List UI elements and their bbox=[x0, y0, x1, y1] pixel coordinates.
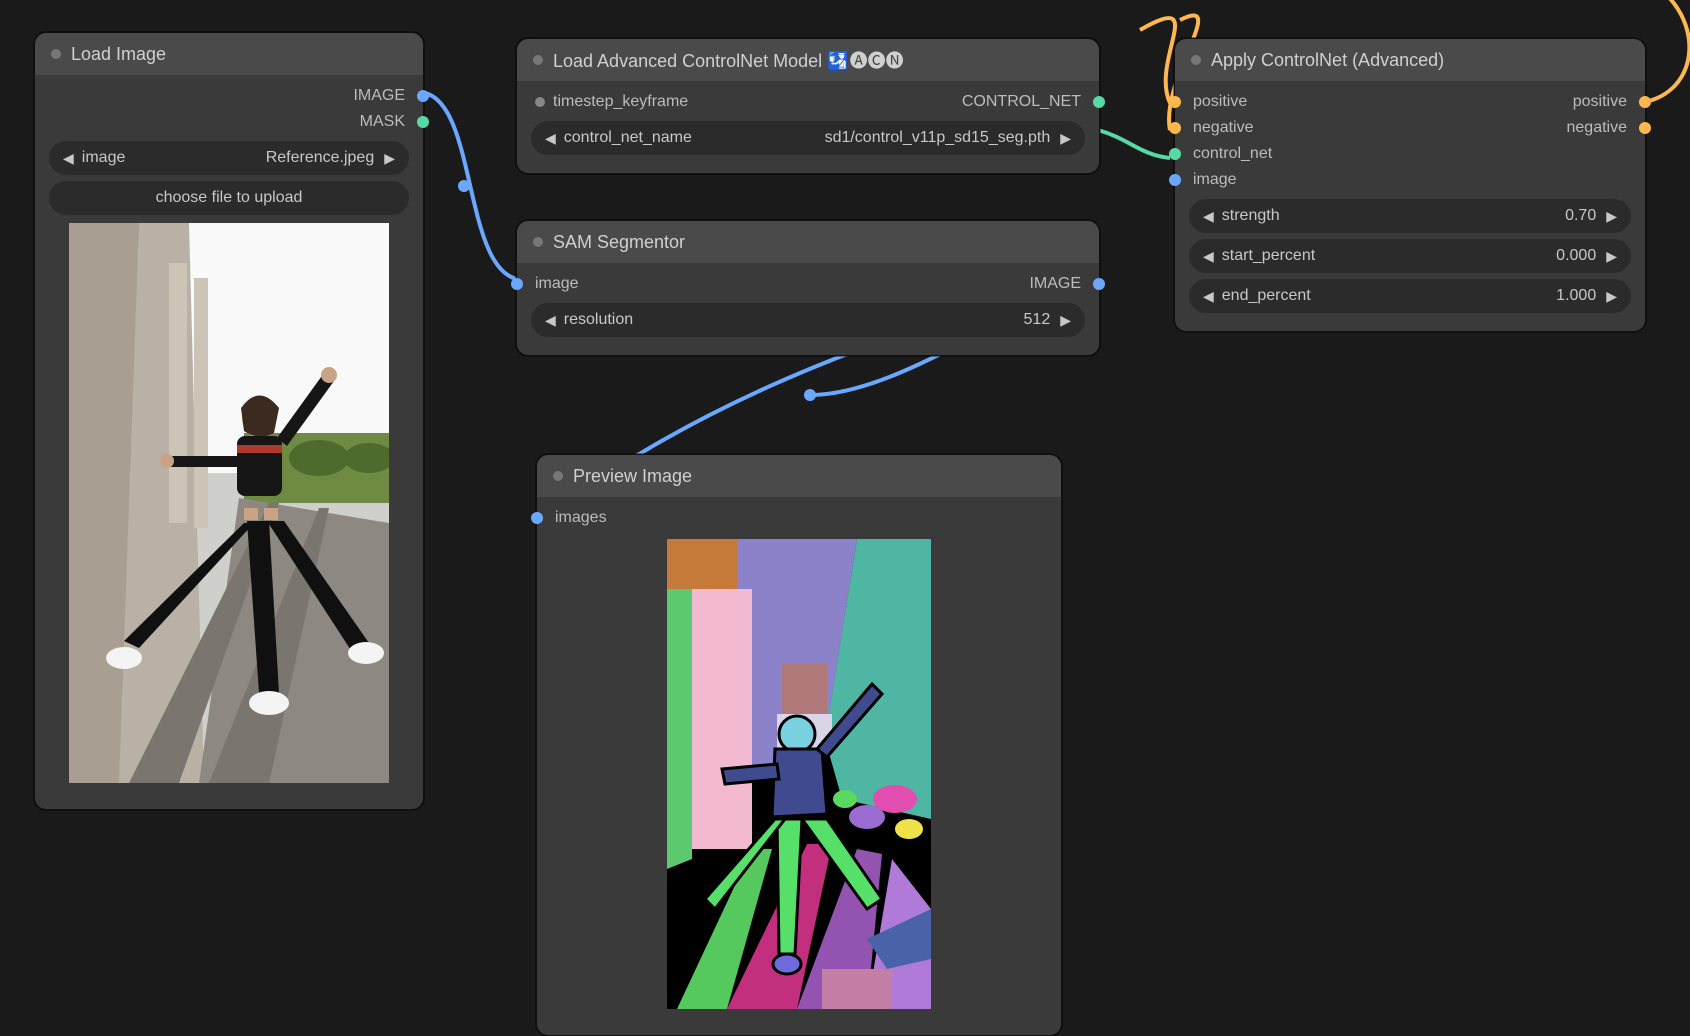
chevron-left-icon[interactable]: ◀ bbox=[545, 130, 556, 147]
io-row: timestep_keyframe CONTROL_NET bbox=[517, 89, 1099, 115]
collapse-dot-icon[interactable] bbox=[1191, 55, 1201, 65]
port-out-positive[interactable] bbox=[1639, 96, 1651, 108]
port-in-controlnet[interactable] bbox=[1169, 148, 1181, 160]
port-in-images[interactable] bbox=[531, 512, 543, 524]
chevron-left-icon[interactable]: ◀ bbox=[545, 312, 556, 329]
port-out-mask[interactable] bbox=[417, 116, 429, 128]
collapse-dot-icon[interactable] bbox=[533, 55, 543, 65]
controlnet-name-selector[interactable]: ◀control_net_name sd1/control_v11p_sd15_… bbox=[531, 121, 1085, 155]
node-header[interactable]: Preview Image bbox=[537, 455, 1061, 497]
chevron-right-icon[interactable]: ▶ bbox=[1606, 208, 1617, 225]
image-selector[interactable]: ◀image Reference.jpeg▶ bbox=[49, 141, 409, 175]
port-out-image[interactable] bbox=[1093, 278, 1105, 290]
port-out-image[interactable] bbox=[417, 90, 429, 102]
node-apply-controlnet[interactable]: Apply ControlNet (Advanced) positive pos… bbox=[1174, 38, 1646, 332]
node-header[interactable]: Load Advanced ControlNet Model 🛂🅐🅒🅝 bbox=[517, 39, 1099, 81]
chevron-right-icon[interactable]: ▶ bbox=[1606, 248, 1617, 265]
image-preview bbox=[55, 223, 403, 783]
input-controlnet: control_net bbox=[1175, 141, 1645, 167]
io-row: image IMAGE bbox=[517, 271, 1099, 297]
chevron-left-icon[interactable]: ◀ bbox=[1203, 288, 1214, 305]
chevron-right-icon[interactable]: ▶ bbox=[1060, 312, 1071, 329]
node-load-controlnet[interactable]: Load Advanced ControlNet Model 🛂🅐🅒🅝 time… bbox=[516, 38, 1100, 174]
port-in-positive[interactable] bbox=[1169, 96, 1181, 108]
resolution-widget[interactable]: ◀resolution 512▶ bbox=[531, 303, 1085, 337]
chevron-left-icon[interactable]: ◀ bbox=[1203, 208, 1214, 225]
io-negative: negative negative bbox=[1175, 115, 1645, 141]
collapse-dot-icon[interactable] bbox=[533, 237, 543, 247]
port-in-negative[interactable] bbox=[1169, 122, 1181, 134]
node-title: SAM Segmentor bbox=[553, 232, 685, 253]
node-load-image[interactable]: Load Image IMAGE MASK ◀image Reference.j… bbox=[34, 32, 424, 810]
node-preview-image[interactable]: Preview Image images bbox=[536, 454, 1062, 1036]
chevron-left-icon[interactable]: ◀ bbox=[1203, 248, 1214, 265]
chevron-right-icon[interactable]: ▶ bbox=[1060, 130, 1071, 147]
input-image: image bbox=[1175, 167, 1645, 193]
port-in-image[interactable] bbox=[511, 278, 523, 290]
end-percent-widget[interactable]: ◀end_percent 1.000▶ bbox=[1189, 279, 1631, 313]
chevron-right-icon[interactable]: ▶ bbox=[1606, 288, 1617, 305]
port-out-controlnet[interactable] bbox=[1093, 96, 1105, 108]
port-in-timestep[interactable] bbox=[535, 97, 545, 107]
port-out-negative[interactable] bbox=[1639, 122, 1651, 134]
node-title: Load Image bbox=[71, 44, 166, 65]
io-positive: positive positive bbox=[1175, 89, 1645, 115]
input-images: images bbox=[537, 505, 1061, 531]
output-mask: MASK bbox=[35, 109, 423, 135]
node-title: Load Advanced ControlNet Model 🛂🅐🅒🅝 bbox=[553, 47, 904, 73]
node-title: Apply ControlNet (Advanced) bbox=[1211, 50, 1444, 71]
node-header[interactable]: Apply ControlNet (Advanced) bbox=[1175, 39, 1645, 81]
node-header[interactable]: Load Image bbox=[35, 33, 423, 75]
node-sam-segmentor[interactable]: SAM Segmentor image IMAGE ◀resolution 51… bbox=[516, 220, 1100, 356]
port-in-image[interactable] bbox=[1169, 174, 1181, 186]
collapse-dot-icon[interactable] bbox=[553, 471, 563, 481]
output-image: IMAGE bbox=[35, 83, 423, 109]
strength-widget[interactable]: ◀strength 0.70▶ bbox=[1189, 199, 1631, 233]
node-header[interactable]: SAM Segmentor bbox=[517, 221, 1099, 263]
chevron-left-icon[interactable]: ◀ bbox=[63, 150, 74, 167]
collapse-dot-icon[interactable] bbox=[51, 49, 61, 59]
chevron-right-icon[interactable]: ▶ bbox=[384, 150, 395, 167]
segmentation-preview bbox=[557, 539, 1041, 1009]
upload-button[interactable]: choose file to upload bbox=[49, 181, 409, 215]
node-title: Preview Image bbox=[573, 466, 692, 487]
start-percent-widget[interactable]: ◀start_percent 0.000▶ bbox=[1189, 239, 1631, 273]
